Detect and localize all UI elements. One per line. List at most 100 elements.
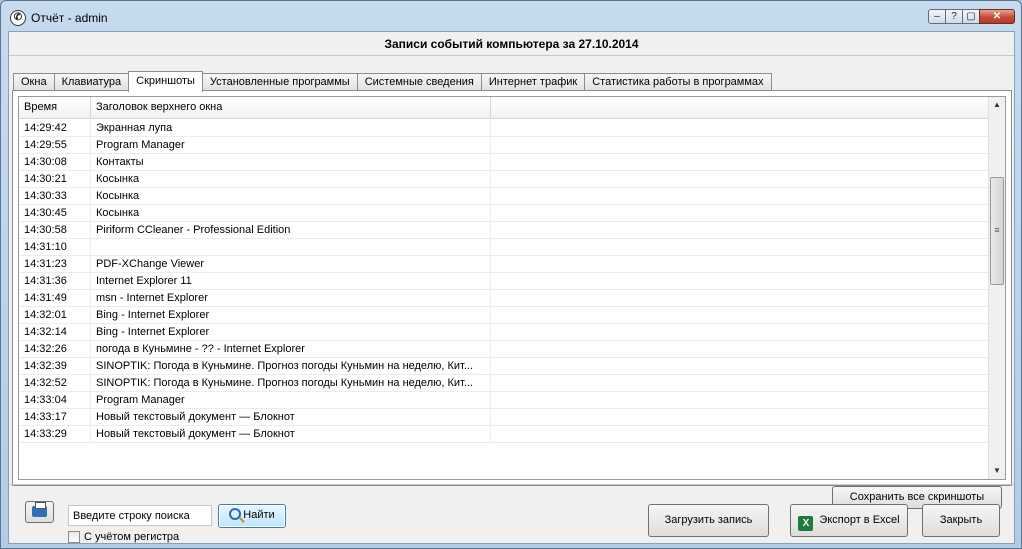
table-row[interactable]: 14:31:36 Internet Explorer 11 xyxy=(19,273,989,290)
window-title-cell: Контакты xyxy=(91,154,491,170)
empty-cell xyxy=(491,137,989,153)
scroll-down-icon[interactable]: ▼ xyxy=(989,463,1005,479)
scroll-up-icon[interactable]: ▲ xyxy=(989,97,1005,113)
tab-windows[interactable]: Окна xyxy=(13,73,55,91)
time-cell: 14:33:04 xyxy=(19,392,91,408)
empty-cell xyxy=(491,222,989,238)
column-header-time[interactable]: Время xyxy=(19,97,91,118)
tab-keyboard[interactable]: Клавиатура xyxy=(53,73,130,91)
bottom-toolbar: Найти С учётом регистра Загрузить запись… xyxy=(9,484,1014,543)
maximize-icon[interactable]: ▢ xyxy=(962,9,980,24)
window-title-cell: Косынка xyxy=(91,205,491,221)
table-row[interactable]: 14:31:10 xyxy=(19,239,989,256)
empty-cell xyxy=(491,256,989,272)
time-cell: 14:31:10 xyxy=(19,239,91,255)
empty-cell xyxy=(491,239,989,255)
time-cell: 14:31:36 xyxy=(19,273,91,289)
window-title-cell: Piriform CCleaner - Professional Edition xyxy=(91,222,491,238)
checkbox-box[interactable] xyxy=(68,531,80,543)
table-row[interactable]: 14:32:26 погода в Куньмине - ?? - Interne… xyxy=(19,341,989,358)
table-row[interactable]: 14:32:01 Bing - Internet Explorer xyxy=(19,307,989,324)
window-title-cell: SINOPTIK: Погода в Куньмине. Прогноз пог… xyxy=(91,375,491,391)
window-title-cell: Новый текстовый документ — Блокнот xyxy=(91,409,491,425)
time-cell: 14:30:08 xyxy=(19,154,91,170)
title-bar[interactable]: ✆ Отчёт - admin ‒ ? ▢ ✕ xyxy=(1,1,1021,31)
table-row[interactable]: 14:33:17 Новый текстовый документ — Блокн… xyxy=(19,409,989,426)
window-title-cell: погода в Куньмине - ?? - Internet Explor… xyxy=(91,341,491,357)
window-title-cell xyxy=(91,239,491,255)
column-header-window-title[interactable]: Заголовок верхнего окна xyxy=(91,97,491,118)
report-header: Записи событий компьютера за 27.10.2014 xyxy=(9,32,1014,56)
table-row[interactable]: 14:31:23 PDF-XChange Viewer xyxy=(19,256,989,273)
window-title-cell: Экранная лупа xyxy=(91,120,491,136)
table-row[interactable]: 14:29:55 Program Manager xyxy=(19,137,989,154)
time-cell: 14:31:23 xyxy=(19,256,91,272)
empty-cell xyxy=(491,120,989,136)
time-cell: 14:29:42 xyxy=(19,120,91,136)
screenshots-panel: Время Заголовок верхнего окна 14:29:42 Эк… xyxy=(12,90,1012,509)
table-row[interactable]: 14:29:42 Экранная лупа xyxy=(19,120,989,137)
export-excel-button[interactable]: X Экспорт в Excel xyxy=(790,504,908,537)
scroll-thumb[interactable]: ≡ xyxy=(990,177,1004,285)
table-row[interactable]: 14:32:14 Bing - Internet Explorer xyxy=(19,324,989,341)
table-row[interactable]: 14:30:08 Контакты xyxy=(19,154,989,171)
table-row[interactable]: 14:31:49 msn - Internet Explorer xyxy=(19,290,989,307)
time-cell: 14:30:45 xyxy=(19,205,91,221)
empty-cell xyxy=(491,375,989,391)
minimize-icon[interactable]: ‒ xyxy=(928,9,946,24)
empty-cell xyxy=(491,307,989,323)
empty-cell xyxy=(491,358,989,374)
window-title-cell: Program Manager xyxy=(91,137,491,153)
table-row[interactable]: 14:30:21 Косынка xyxy=(19,171,989,188)
empty-cell xyxy=(491,290,989,306)
load-record-button[interactable]: Загрузить запись xyxy=(648,504,769,537)
empty-cell xyxy=(491,409,989,425)
print-button[interactable] xyxy=(25,501,54,523)
screenshots-table[interactable]: Время Заголовок верхнего окна 14:29:42 Эк… xyxy=(18,96,1006,480)
table-row[interactable]: 14:32:39 SINOPTIK: Погода в Куньмине. Про… xyxy=(19,358,989,375)
table-row[interactable]: 14:33:29 Новый текстовый документ — Блокн… xyxy=(19,426,989,443)
time-cell: 14:33:29 xyxy=(19,426,91,442)
app-logo-icon: ✆ xyxy=(10,10,26,26)
table-row[interactable]: 14:32:52 SINOPTIK: Погода в Куньмине. Про… xyxy=(19,375,989,392)
find-button[interactable]: Найти xyxy=(218,504,286,528)
time-cell: 14:30:33 xyxy=(19,188,91,204)
client-area: Записи событий компьютера за 27.10.2014 … xyxy=(8,31,1015,544)
report-window: ✆ Отчёт - admin ‒ ? ▢ ✕ Записи событий к… xyxy=(0,0,1022,549)
tab-installed-programs[interactable]: Установленные программы xyxy=(201,73,358,91)
table-row[interactable]: 14:33:04 Program Manager xyxy=(19,392,989,409)
case-sensitive-checkbox[interactable]: С учётом регистра xyxy=(68,531,179,543)
tab-system-info[interactable]: Системные сведения xyxy=(356,73,482,91)
table-header: Время Заголовок верхнего окна xyxy=(19,97,989,119)
window-title-cell: SINOPTIK: Погода в Куньмине. Прогноз пог… xyxy=(91,358,491,374)
empty-cell xyxy=(491,188,989,204)
time-cell: 14:33:17 xyxy=(19,409,91,425)
printer-icon xyxy=(32,502,47,517)
close-button[interactable]: Закрыть xyxy=(922,504,1000,537)
tab-screenshots[interactable]: Скриншоты xyxy=(128,71,203,92)
close-icon[interactable]: ✕ xyxy=(979,9,1015,24)
find-button-label: Найти xyxy=(243,509,275,521)
table-row[interactable]: 14:30:33 Косынка xyxy=(19,188,989,205)
table-row[interactable]: 14:30:45 Косынка xyxy=(19,205,989,222)
column-header-empty[interactable] xyxy=(491,97,989,118)
table-row[interactable]: 14:30:58 Piriform CCleaner - Professional… xyxy=(19,222,989,239)
magnifier-icon xyxy=(229,508,242,520)
window-title-cell: Косынка xyxy=(91,188,491,204)
time-cell: 14:32:14 xyxy=(19,324,91,340)
window-title-cell: PDF-XChange Viewer xyxy=(91,256,491,272)
empty-cell xyxy=(491,324,989,340)
search-input[interactable] xyxy=(68,505,212,526)
window-title: Отчёт - admin xyxy=(31,11,108,25)
time-cell: 14:32:39 xyxy=(19,358,91,374)
empty-cell xyxy=(491,392,989,408)
time-cell: 14:30:58 xyxy=(19,222,91,238)
time-cell: 14:30:21 xyxy=(19,171,91,187)
help-icon[interactable]: ? xyxy=(945,9,963,24)
time-cell: 14:29:55 xyxy=(19,137,91,153)
window-title-cell: Internet Explorer 11 xyxy=(91,273,491,289)
tab-program-statistics[interactable]: Статистика работы в программах xyxy=(584,73,772,91)
tab-internet-traffic[interactable]: Интернет трафик xyxy=(480,73,586,91)
vertical-scrollbar[interactable]: ▲ ≡ ▼ xyxy=(988,97,1005,479)
empty-cell xyxy=(491,171,989,187)
